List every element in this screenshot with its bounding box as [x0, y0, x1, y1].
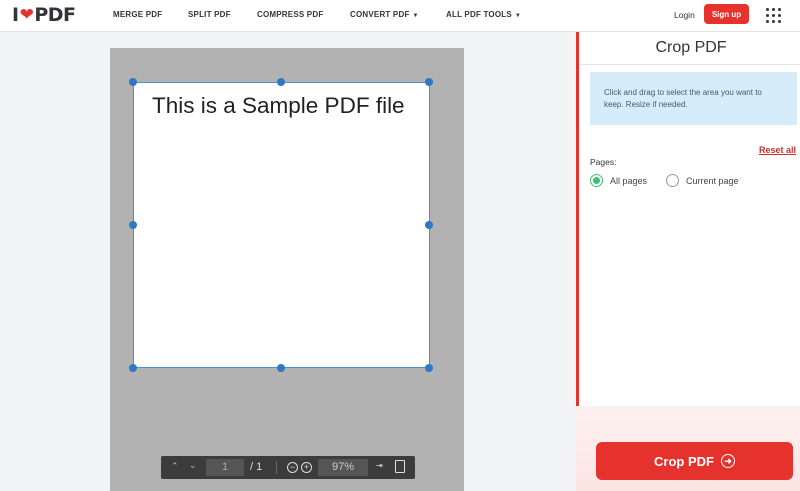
crop-handle-left[interactable]	[129, 221, 137, 229]
crop-handle-bottom-right[interactable]	[425, 364, 433, 372]
crop-handle-top-right[interactable]	[425, 78, 433, 86]
logo-i: I	[12, 4, 19, 26]
nav-split-pdf-label: SPLIT PDF	[188, 10, 231, 19]
chevron-up-icon[interactable]: ⌃	[171, 461, 179, 472]
crop-pdf-button[interactable]: Crop PDF ➜	[596, 442, 793, 480]
arrow-right-circle-icon: ➜	[720, 454, 735, 468]
fit-width-icon[interactable]: ⇥	[376, 461, 383, 470]
nav-compress-pdf[interactable]: COMPRESS PDF	[257, 10, 323, 19]
crop-pdf-button-label: Crop PDF	[654, 453, 714, 469]
radio-current-page[interactable]	[666, 174, 679, 187]
sidebar-title: Crop PDF	[655, 39, 727, 56]
info-box: Click and drag to select the area you wa…	[590, 72, 797, 125]
nav-convert-pdf[interactable]: CONVERT PDF ▼	[350, 10, 419, 19]
top-header: I ❤ PDF MERGE PDF SPLIT PDF COMPRESS PDF C…	[0, 0, 800, 32]
ilovepdf-logo[interactable]: I ❤ PDF	[12, 4, 76, 26]
zoom-out-icon[interactable]: −	[287, 462, 298, 473]
nav-split-pdf[interactable]: SPLIT PDF	[188, 10, 231, 19]
zoom-level[interactable]: 97%	[318, 459, 368, 476]
login-link[interactable]: Login	[674, 10, 695, 20]
radio-all-pages[interactable]	[590, 174, 603, 187]
crop-handle-bottom[interactable]	[277, 364, 285, 372]
crop-selection-box[interactable]	[133, 82, 430, 368]
grid-dots-icon[interactable]	[766, 8, 781, 23]
nav-convert-pdf-label: CONVERT PDF	[350, 10, 410, 19]
heart-icon: ❤	[19, 5, 34, 25]
caret-down-icon: ▼	[412, 13, 419, 19]
nav-compress-pdf-label: COMPRESS PDF	[257, 10, 324, 19]
page-number-input[interactable]: 1	[206, 459, 244, 476]
signup-button[interactable]: Sign up	[704, 4, 749, 24]
logo-pdf: PDF	[34, 4, 76, 26]
crop-handle-top-left[interactable]	[129, 78, 137, 86]
crop-handle-right[interactable]	[425, 221, 433, 229]
nav-merge-pdf[interactable]: MERGE PDF	[113, 10, 162, 19]
viewer-toolbar: ⌃ ⌄ 1 / 1 − + 97% ⇥	[161, 456, 415, 479]
nav-merge-pdf-label: MERGE PDF	[113, 10, 163, 19]
crop-sidebar: Crop PDF Click and drag to select the ar…	[576, 32, 800, 491]
toolbar-divider	[276, 461, 277, 474]
zoom-in-icon[interactable]: +	[301, 462, 312, 473]
info-text: Click and drag to select the area you wa…	[604, 88, 762, 109]
fit-page-icon[interactable]	[395, 460, 405, 473]
sidebar-divider	[579, 64, 800, 65]
radio-current-page-label[interactable]: Current page	[686, 176, 739, 186]
nav-all-pdf-tools[interactable]: ALL PDF TOOLS ▼	[446, 10, 521, 19]
nav-all-pdf-tools-label: ALL PDF TOOLS	[446, 10, 512, 19]
radio-all-pages-label[interactable]: All pages	[610, 176, 647, 186]
crop-handle-top[interactable]	[277, 78, 285, 86]
chevron-down-icon[interactable]: ⌄	[189, 460, 197, 471]
crop-handle-bottom-left[interactable]	[129, 364, 137, 372]
pages-label: Pages:	[590, 157, 617, 167]
reset-all-link[interactable]: Reset all	[759, 145, 796, 155]
caret-down-icon: ▼	[514, 13, 522, 19]
page-total: / 1	[250, 461, 263, 473]
